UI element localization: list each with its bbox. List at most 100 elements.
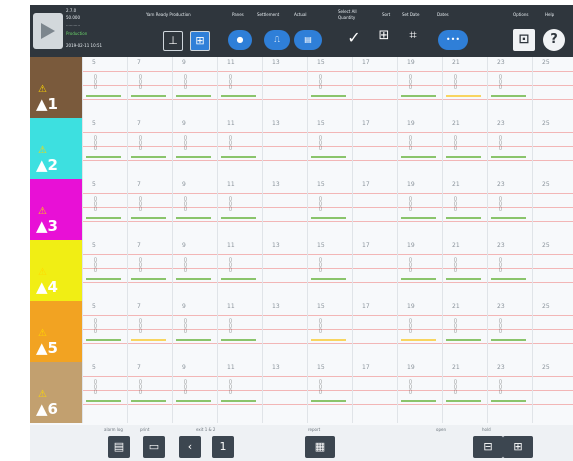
- checkmark-icon[interactable]: ✓: [343, 28, 365, 47]
- row-header[interactable]: ⚠ ▲5: [30, 301, 82, 362]
- row-header[interactable]: ⚠ ▲4: [30, 240, 82, 301]
- cell-entry[interactable]: ▯ ▯ ▯: [139, 197, 142, 212]
- cell-entry[interactable]: ▯ ▯ ▯: [184, 319, 187, 334]
- page-icon[interactable]: ▭: [143, 436, 165, 458]
- cell-entry[interactable]: ▯ ▯ ▯: [454, 319, 457, 334]
- cell-entry[interactable]: ▯ ▯ ▯: [94, 319, 97, 334]
- nav-label-7[interactable]: Set Date: [402, 12, 419, 17]
- help-label[interactable]: Help: [545, 12, 554, 17]
- row-header[interactable]: ⚠ ▲3: [30, 179, 82, 240]
- cell-entry[interactable]: ▯ ▯ ▯: [94, 136, 97, 151]
- zoom-in-icon[interactable]: ⊞: [190, 31, 210, 51]
- cell-entry[interactable]: ▯ ▯ ▯: [184, 258, 187, 273]
- layout-icon[interactable]: ⊟: [473, 436, 503, 458]
- cell-entry[interactable]: ▯ ▯ ▯: [229, 258, 232, 273]
- cell-entry[interactable]: ▯ ▯ ▯: [94, 75, 97, 90]
- cell-entry[interactable]: ▯ ▯ ▯: [499, 319, 502, 334]
- cell-entry[interactable]: ▯ ▯ ▯: [409, 197, 412, 212]
- row-guide-line: [82, 193, 573, 194]
- machine-icon[interactable]: ⎍: [264, 30, 290, 50]
- cell-entry[interactable]: ▯ ▯ ▯: [499, 75, 502, 90]
- cell-entry[interactable]: ▯ ▯ ▯: [94, 197, 97, 212]
- cell-entry[interactable]: ▯ ▯ ▯: [139, 380, 142, 395]
- progress-bar: [446, 156, 481, 158]
- fit-icon[interactable]: ⊡: [513, 29, 535, 51]
- toggle-pill-icon[interactable]: ●: [228, 30, 252, 50]
- nav-label-8[interactable]: Dates: [437, 12, 449, 17]
- cell-entry[interactable]: ▯ ▯ ▯: [229, 380, 232, 395]
- cell-entry[interactable]: ▯ ▯ ▯: [409, 136, 412, 151]
- cell-entry[interactable]: ▯ ▯ ▯: [94, 258, 97, 273]
- row-header[interactable]: ⚠ ▲6: [30, 362, 82, 423]
- cell-entry[interactable]: ▯ ▯ ▯: [184, 136, 187, 151]
- progress-bar: [86, 95, 121, 97]
- progress-bar: [221, 95, 256, 97]
- cell-entry[interactable]: ▯ ▯ ▯: [499, 258, 502, 273]
- progress-bar: [446, 339, 481, 341]
- column-divider: [352, 57, 353, 423]
- page-indicator[interactable]: 1: [212, 436, 234, 458]
- cell-date: 21: [452, 59, 460, 66]
- nav-label-0[interactable]: Yarn Ready Production: [146, 12, 191, 17]
- progress-bar: [176, 156, 211, 158]
- grid-icon[interactable]: ⊞: [373, 28, 395, 43]
- cell-entry[interactable]: ▯ ▯ ▯: [319, 197, 322, 212]
- cell-entry[interactable]: ▯ ▯ ▯: [229, 75, 232, 90]
- more-icon[interactable]: •••: [438, 30, 468, 50]
- cell-entry[interactable]: ▯ ▯ ▯: [499, 380, 502, 395]
- help-icon[interactable]: ?: [543, 29, 565, 51]
- cell-entry[interactable]: ▯ ▯ ▯: [319, 136, 322, 151]
- cell-entry[interactable]: ▯ ▯ ▯: [409, 380, 412, 395]
- bottom-label-4: open: [436, 427, 446, 432]
- target-icon[interactable]: ⌗: [402, 28, 424, 43]
- nav-label-6[interactable]: Sort: [382, 12, 390, 17]
- cell-entry[interactable]: ▯ ▯ ▯: [454, 136, 457, 151]
- nav-label-1[interactable]: Panes: [232, 12, 244, 17]
- cell-entry[interactable]: ▯ ▯ ▯: [229, 319, 232, 334]
- back-icon[interactable]: ‹: [179, 436, 201, 458]
- cell-entry[interactable]: ▯ ▯ ▯: [454, 258, 457, 273]
- cell-entry[interactable]: ▯ ▯ ▯: [454, 75, 457, 90]
- cell-entry[interactable]: ▯ ▯ ▯: [94, 380, 97, 395]
- cell-entry[interactable]: ▯ ▯ ▯: [499, 197, 502, 212]
- row-header[interactable]: ⚠ ▲2: [30, 118, 82, 179]
- cell-entry[interactable]: ▯ ▯ ▯: [139, 258, 142, 273]
- cell-entry[interactable]: ▯ ▯ ▯: [319, 380, 322, 395]
- cell-entry[interactable]: ▯ ▯ ▯: [184, 197, 187, 212]
- column-divider: [487, 57, 488, 423]
- cell-entry[interactable]: ▯ ▯ ▯: [409, 258, 412, 273]
- cell-entry[interactable]: ▯ ▯ ▯: [454, 380, 457, 395]
- cell-date: 13: [272, 364, 280, 371]
- cell-entry[interactable]: ▯ ▯ ▯: [319, 75, 322, 90]
- app-logo-icon[interactable]: [33, 13, 63, 49]
- options-label[interactable]: Options: [513, 12, 528, 17]
- cell-entry[interactable]: ▯ ▯ ▯: [409, 319, 412, 334]
- cell-entry[interactable]: ▯ ▯ ▯: [454, 197, 457, 212]
- report-icon[interactable]: ▦: [305, 436, 335, 458]
- layout-alt-icon[interactable]: ⊞: [503, 436, 533, 458]
- cell-entry[interactable]: ▯ ▯ ▯: [139, 75, 142, 90]
- nav-label-5[interactable]: Quantity: [338, 15, 355, 20]
- cell-entry[interactable]: ▯ ▯ ▯: [499, 136, 502, 151]
- cell-entry[interactable]: ▯ ▯ ▯: [409, 75, 412, 90]
- nav-label-3[interactable]: Actual: [294, 12, 307, 17]
- zoom-out-icon[interactable]: ⊥: [163, 31, 183, 51]
- cell-entry[interactable]: ▯ ▯ ▯: [184, 75, 187, 90]
- cell-entry[interactable]: ▯ ▯ ▯: [229, 136, 232, 151]
- cell-date: 17: [362, 303, 370, 310]
- row-header[interactable]: ⚠ ▲1: [30, 57, 82, 118]
- cell-date: 19: [407, 364, 415, 371]
- factory-icon[interactable]: ▤: [294, 30, 322, 50]
- cell-date: 15: [317, 120, 325, 127]
- cell-entry[interactable]: ▯ ▯ ▯: [139, 319, 142, 334]
- nav-label-4[interactable]: Select All: [338, 9, 357, 14]
- cell-entry[interactable]: ▯ ▯ ▯: [184, 380, 187, 395]
- cell-entry[interactable]: ▯ ▯ ▯: [319, 258, 322, 273]
- progress-bar: [491, 278, 526, 280]
- cell-entry[interactable]: ▯ ▯ ▯: [139, 136, 142, 151]
- nav-label-2[interactable]: Settlement: [257, 12, 279, 17]
- row-label: ▲2: [36, 156, 58, 174]
- cell-entry[interactable]: ▯ ▯ ▯: [319, 319, 322, 334]
- cell-entry[interactable]: ▯ ▯ ▯: [229, 197, 232, 212]
- document-icon[interactable]: ▤: [108, 436, 130, 458]
